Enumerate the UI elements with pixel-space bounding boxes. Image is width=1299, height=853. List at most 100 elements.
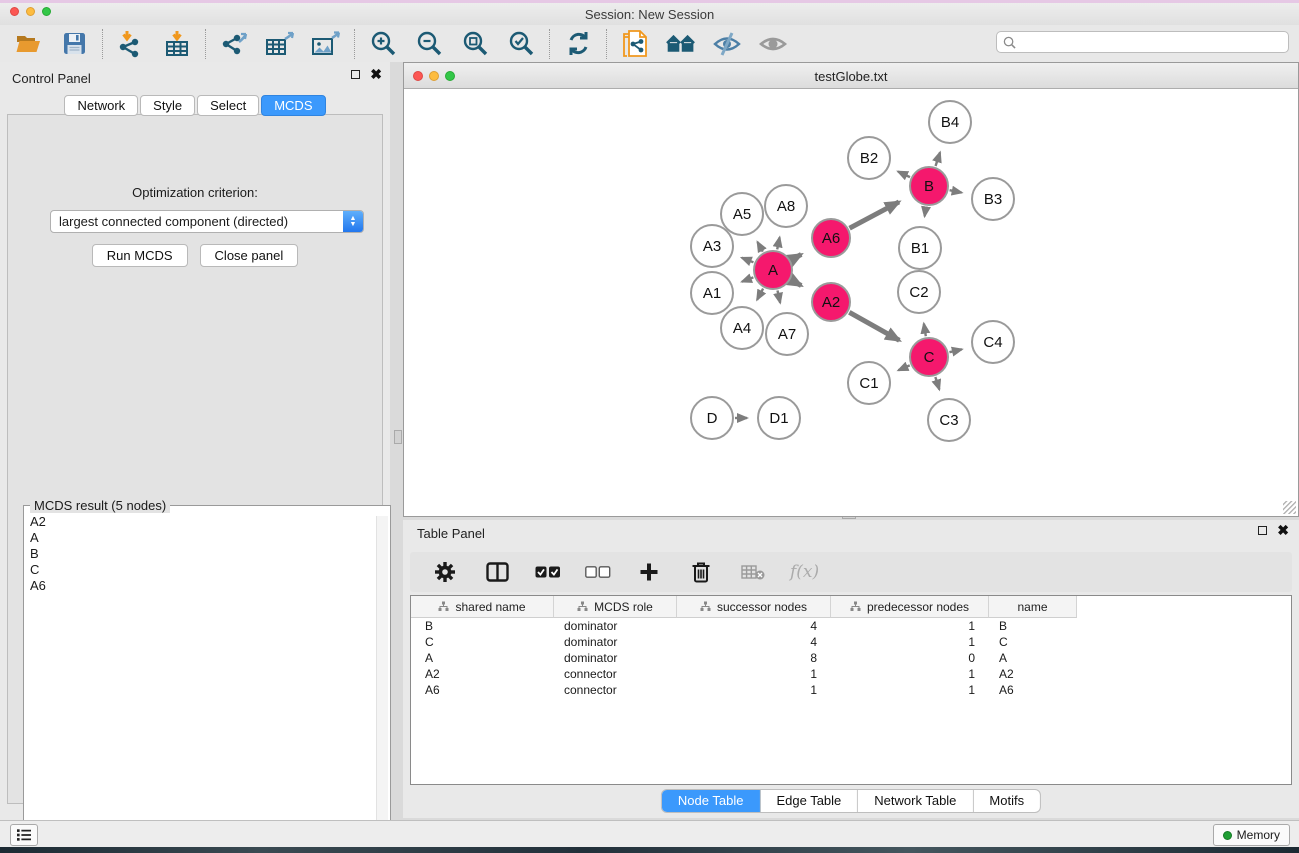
- close-table-panel-icon[interactable]: ✖: [1277, 526, 1289, 535]
- table-tab[interactable]: Motifs: [973, 790, 1040, 812]
- table-cell[interactable]: 1: [677, 683, 831, 697]
- edge-C-C1[interactable]: [898, 365, 909, 370]
- control-panel-tab[interactable]: Style: [140, 95, 195, 116]
- edge-A-A7[interactable]: [777, 291, 780, 303]
- table-cell[interactable]: A2: [989, 667, 1077, 681]
- edge-A-A8[interactable]: [777, 237, 779, 249]
- control-panel-tab[interactable]: Network: [64, 95, 138, 116]
- table-row[interactable]: A2connector11A2: [411, 666, 1291, 682]
- network-window-titlebar[interactable]: testGlobe.txt: [404, 63, 1298, 89]
- home-view-icon[interactable]: [666, 29, 696, 59]
- table-row[interactable]: A6connector11A6: [411, 682, 1291, 698]
- window-resize-grip[interactable]: [1283, 501, 1296, 514]
- search-box[interactable]: [996, 31, 1289, 53]
- node-B1[interactable]: B1: [899, 227, 941, 269]
- table-cell[interactable]: 1: [677, 667, 831, 681]
- mcds-result-item[interactable]: C: [30, 562, 376, 578]
- table-cell[interactable]: dominator: [554, 635, 677, 649]
- optimization-criterion-dropdown[interactable]: largest connected component (directed) ▲…: [50, 210, 364, 233]
- edge-A6-B[interactable]: [850, 202, 899, 228]
- table-cell[interactable]: 4: [677, 619, 831, 633]
- table-cell[interactable]: 1: [831, 667, 989, 681]
- node-B3[interactable]: B3: [972, 178, 1014, 220]
- delete-table-icon[interactable]: [738, 557, 768, 587]
- refresh-layout-icon[interactable]: [563, 29, 593, 59]
- mcds-result-item[interactable]: A6: [30, 578, 376, 594]
- node-A5[interactable]: A5: [721, 193, 763, 235]
- new-network-from-selection-icon[interactable]: [620, 29, 650, 59]
- table-cell[interactable]: A: [989, 651, 1077, 665]
- edge-B-B2[interactable]: [898, 172, 910, 178]
- table-cell[interactable]: connector: [554, 667, 677, 681]
- table-row[interactable]: Adominator80A: [411, 650, 1291, 666]
- export-table-icon[interactable]: [265, 29, 295, 59]
- edge-A-A5[interactable]: [757, 242, 762, 252]
- node-C3[interactable]: C3: [928, 399, 970, 441]
- memory-button[interactable]: Memory: [1213, 824, 1290, 846]
- edge-B-B3[interactable]: [950, 190, 962, 192]
- float-table-panel-icon[interactable]: [1258, 526, 1267, 535]
- node-A1[interactable]: A1: [691, 272, 733, 314]
- table-row[interactable]: Bdominator41B: [411, 618, 1291, 634]
- mcds-result-item[interactable]: A2: [30, 514, 376, 530]
- network-canvas[interactable]: B4B2BB3A8A5A6A3B1AA1C2A2A4A7C4CC1C3DD1: [405, 89, 1297, 515]
- edge-B-B4[interactable]: [936, 152, 940, 166]
- edge-C-C4[interactable]: [949, 349, 961, 352]
- result-scrollbar[interactable]: [376, 516, 388, 852]
- table-cell[interactable]: A6: [989, 683, 1077, 697]
- table-cell[interactable]: A: [411, 651, 554, 665]
- column-header[interactable]: successor nodes: [677, 596, 831, 618]
- table-cell[interactable]: 0: [831, 651, 989, 665]
- table-cell[interactable]: C: [989, 635, 1077, 649]
- node-B[interactable]: B: [910, 167, 948, 205]
- import-network-icon[interactable]: [116, 29, 146, 59]
- edge-C-C3[interactable]: [935, 377, 939, 389]
- table-cell[interactable]: dominator: [554, 651, 677, 665]
- table-tab[interactable]: Network Table: [858, 790, 973, 812]
- close-panel-button[interactable]: Close panel: [200, 244, 299, 267]
- column-header[interactable]: name: [989, 596, 1077, 618]
- node-C2[interactable]: C2: [898, 271, 940, 313]
- close-panel-icon[interactable]: ✖: [370, 70, 382, 79]
- zoom-in-icon[interactable]: [368, 29, 398, 59]
- table-cell[interactable]: 8: [677, 651, 831, 665]
- edge-A-A1[interactable]: [742, 277, 753, 281]
- column-header[interactable]: MCDS role: [554, 596, 677, 618]
- zoom-fit-icon[interactable]: [460, 29, 490, 59]
- open-session-icon[interactable]: [13, 29, 43, 59]
- vertical-split-grip[interactable]: [394, 430, 402, 444]
- node-A7[interactable]: A7: [766, 313, 808, 355]
- zoom-selected-icon[interactable]: [506, 29, 536, 59]
- table-row[interactable]: Cdominator41C: [411, 634, 1291, 650]
- edge-A-A2[interactable]: [791, 280, 801, 285]
- deselect-all-rows-icon[interactable]: [584, 557, 612, 587]
- export-image-icon[interactable]: [311, 29, 341, 59]
- show-graphics-details-icon[interactable]: [758, 29, 788, 59]
- table-cell[interactable]: A6: [411, 683, 554, 697]
- table-cell[interactable]: dominator: [554, 619, 677, 633]
- edge-A2-C[interactable]: [849, 312, 899, 340]
- node-B4[interactable]: B4: [929, 101, 971, 143]
- node-D1[interactable]: D1: [758, 397, 800, 439]
- function-builder-icon[interactable]: f(x): [790, 562, 819, 582]
- table-settings-gear-icon[interactable]: [430, 557, 460, 587]
- table-cell[interactable]: B: [411, 619, 554, 633]
- table-cell[interactable]: 1: [831, 683, 989, 697]
- save-session-icon[interactable]: [59, 29, 89, 59]
- select-all-rows-icon[interactable]: [534, 557, 562, 587]
- table-cell[interactable]: 1: [831, 635, 989, 649]
- edge-B-B1[interactable]: [925, 207, 926, 217]
- table-tab[interactable]: Edge Table: [760, 790, 858, 812]
- node-C1[interactable]: C1: [848, 362, 890, 404]
- table-cell[interactable]: 4: [677, 635, 831, 649]
- node-A4[interactable]: A4: [721, 307, 763, 349]
- show-columns-icon[interactable]: [482, 557, 512, 587]
- control-panel-tab[interactable]: Select: [197, 95, 259, 116]
- node-C4[interactable]: C4: [972, 321, 1014, 363]
- table-cell[interactable]: A2: [411, 667, 554, 681]
- task-history-button[interactable]: [10, 824, 38, 846]
- add-row-icon[interactable]: [634, 557, 664, 587]
- column-header[interactable]: predecessor nodes: [831, 596, 989, 618]
- node-B2[interactable]: B2: [848, 137, 890, 179]
- node-A[interactable]: A: [754, 251, 792, 289]
